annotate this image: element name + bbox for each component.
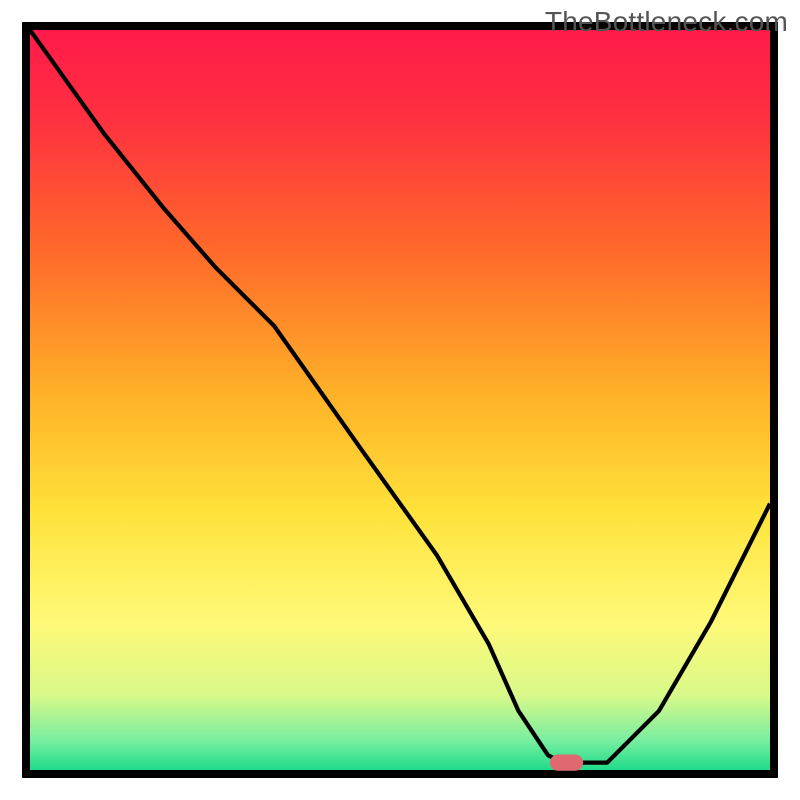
optimal-point-marker <box>550 754 583 770</box>
plot-background <box>30 30 770 770</box>
axis-left <box>22 22 30 778</box>
chart-container: TheBottleneck.com <box>0 0 800 800</box>
axis-right <box>770 22 778 778</box>
axis-bottom <box>22 770 778 778</box>
chart-svg <box>0 0 800 800</box>
watermark-text: TheBottleneck.com <box>545 6 788 38</box>
